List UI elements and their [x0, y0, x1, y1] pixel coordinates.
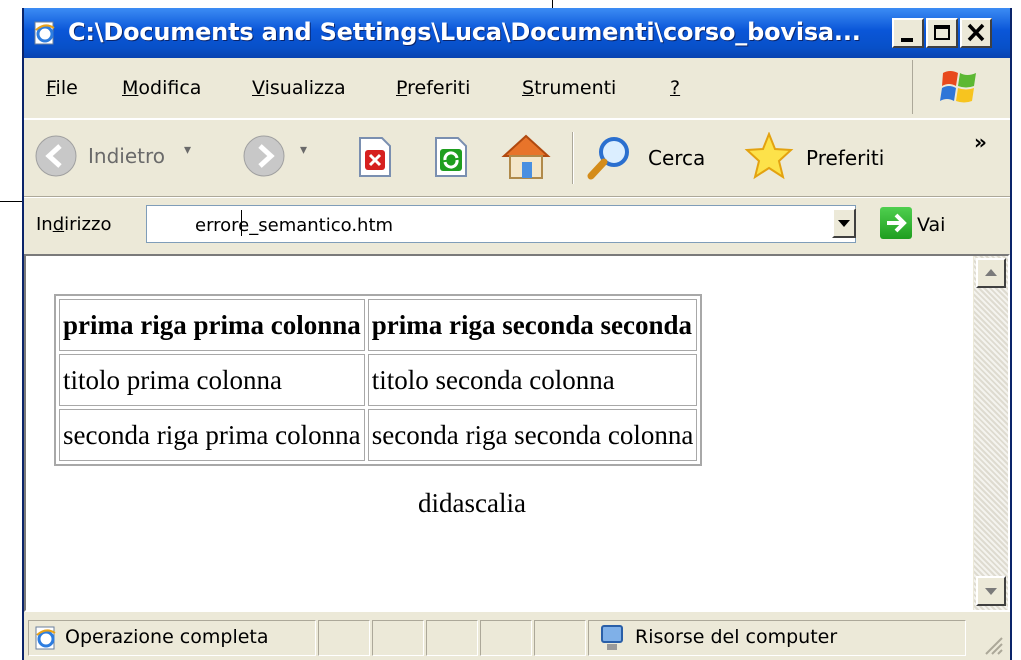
- chevron-down-icon: [838, 220, 850, 227]
- back-label: Indietro: [88, 144, 165, 168]
- status-panel: [372, 620, 424, 656]
- forward-arrow-icon: [243, 135, 285, 177]
- close-button[interactable]: [960, 18, 992, 48]
- stop-icon: [359, 137, 391, 177]
- table-cell: prima riga seconda seconda: [367, 299, 698, 351]
- go-button[interactable]: [880, 207, 912, 239]
- back-button[interactable]: Indietro ▾: [34, 134, 234, 180]
- refresh-button[interactable]: [430, 136, 470, 178]
- scroll-down-icon: [985, 588, 997, 595]
- back-arrow-icon: [35, 135, 77, 177]
- search-icon: [587, 137, 629, 180]
- menu-visualizza[interactable]: Visualizza: [252, 77, 346, 99]
- status-panel: [480, 620, 532, 656]
- stray-line-left: [0, 201, 22, 202]
- ie-page-icon: [35, 626, 56, 650]
- table-cell: titolo prima colonna: [59, 354, 365, 406]
- favorites-button[interactable]: Preferiti: [744, 132, 914, 182]
- menu-modifica[interactable]: Modifica: [122, 77, 201, 99]
- address-bar: Indirizzo errore_semantico.htm Vai: [24, 197, 1010, 254]
- page-content: prima riga prima colonna prima riga seco…: [24, 254, 1010, 612]
- status-panel: [534, 620, 586, 656]
- windows-logo-icon: [940, 71, 976, 103]
- table-row: seconda riga prima colonna seconda riga …: [59, 409, 698, 461]
- standard-toolbar: Indietro ▾ ▾ Cerca Preferiti »: [24, 119, 1010, 197]
- window-title: C:\Documents and Settings\Luca\Documenti…: [68, 18, 861, 46]
- resize-grip-icon[interactable]: [978, 630, 1004, 656]
- menu-help[interactable]: ?: [670, 77, 680, 99]
- menu-file[interactable]: File: [46, 77, 78, 99]
- table-row: prima riga prima colonna prima riga seco…: [59, 299, 698, 351]
- table-caption: didascalia: [418, 488, 526, 518]
- toolbar-overflow-chevron[interactable]: »: [974, 130, 987, 154]
- windows-logo-panel: [912, 60, 999, 114]
- status-panel: [426, 620, 478, 656]
- address-dropdown-button[interactable]: [832, 208, 856, 238]
- stop-button[interactable]: [354, 136, 394, 178]
- maximize-button[interactable]: [926, 18, 958, 48]
- menu-preferiti[interactable]: Preferiti: [396, 77, 470, 99]
- vertical-scrollbar[interactable]: [973, 256, 1008, 610]
- status-panel: [318, 620, 370, 656]
- title-bar[interactable]: C:\Documents and Settings\Luca\Documenti…: [24, 8, 1010, 58]
- table-cell: seconda riga prima colonna: [59, 409, 365, 461]
- search-label: Cerca: [648, 146, 706, 170]
- favorites-label: Preferiti: [806, 146, 885, 170]
- menu-bar: File Modifica Visualizza Preferiti Strum…: [24, 58, 1010, 119]
- close-icon: [967, 23, 985, 42]
- stray-line-top: [552, 0, 553, 8]
- scroll-down-button[interactable]: [976, 576, 1006, 606]
- toolbar-separator: [572, 132, 574, 184]
- back-dropdown-icon[interactable]: ▾: [184, 142, 191, 158]
- address-input[interactable]: errore_semantico.htm: [146, 205, 856, 243]
- table-cell: titolo seconda colonna: [367, 354, 698, 406]
- address-value: errore_semantico.htm: [195, 215, 394, 236]
- go-arrow-icon: [887, 213, 907, 233]
- menu-strumenti[interactable]: Strumenti: [522, 77, 616, 99]
- text-caret: [241, 210, 242, 236]
- refresh-icon: [435, 137, 467, 177]
- status-panel-zone: Risorse del computer: [588, 620, 966, 656]
- zone-text: Risorse del computer: [635, 626, 838, 648]
- status-panel-main: Operazione completa: [28, 620, 316, 656]
- ie-page-icon: [34, 21, 55, 45]
- browser-window: C:\Documents and Settings\Luca\Documenti…: [22, 8, 1012, 660]
- scroll-up-button[interactable]: [976, 258, 1006, 288]
- document-table: prima riga prima colonna prima riga seco…: [54, 294, 703, 466]
- forward-dropdown-icon[interactable]: ▾: [300, 142, 307, 158]
- star-icon: [744, 132, 794, 180]
- minimize-button[interactable]: [892, 18, 924, 48]
- home-icon: [501, 134, 551, 179]
- my-computer-icon: [601, 625, 623, 650]
- table-row: titolo prima colonna titolo seconda colo…: [59, 354, 698, 406]
- home-button[interactable]: [500, 132, 552, 182]
- go-label[interactable]: Vai: [917, 214, 945, 236]
- scroll-up-icon: [985, 269, 997, 276]
- status-bar: Operazione completa Risorse del computer: [24, 614, 1010, 660]
- table-cell: seconda riga seconda colonna: [367, 409, 698, 461]
- status-text: Operazione completa: [65, 626, 269, 648]
- address-label: Indirizzo: [36, 214, 112, 235]
- search-button[interactable]: Cerca: [586, 134, 726, 182]
- table-cell: prima riga prima colonna: [59, 299, 365, 351]
- forward-button[interactable]: ▾: [242, 134, 326, 180]
